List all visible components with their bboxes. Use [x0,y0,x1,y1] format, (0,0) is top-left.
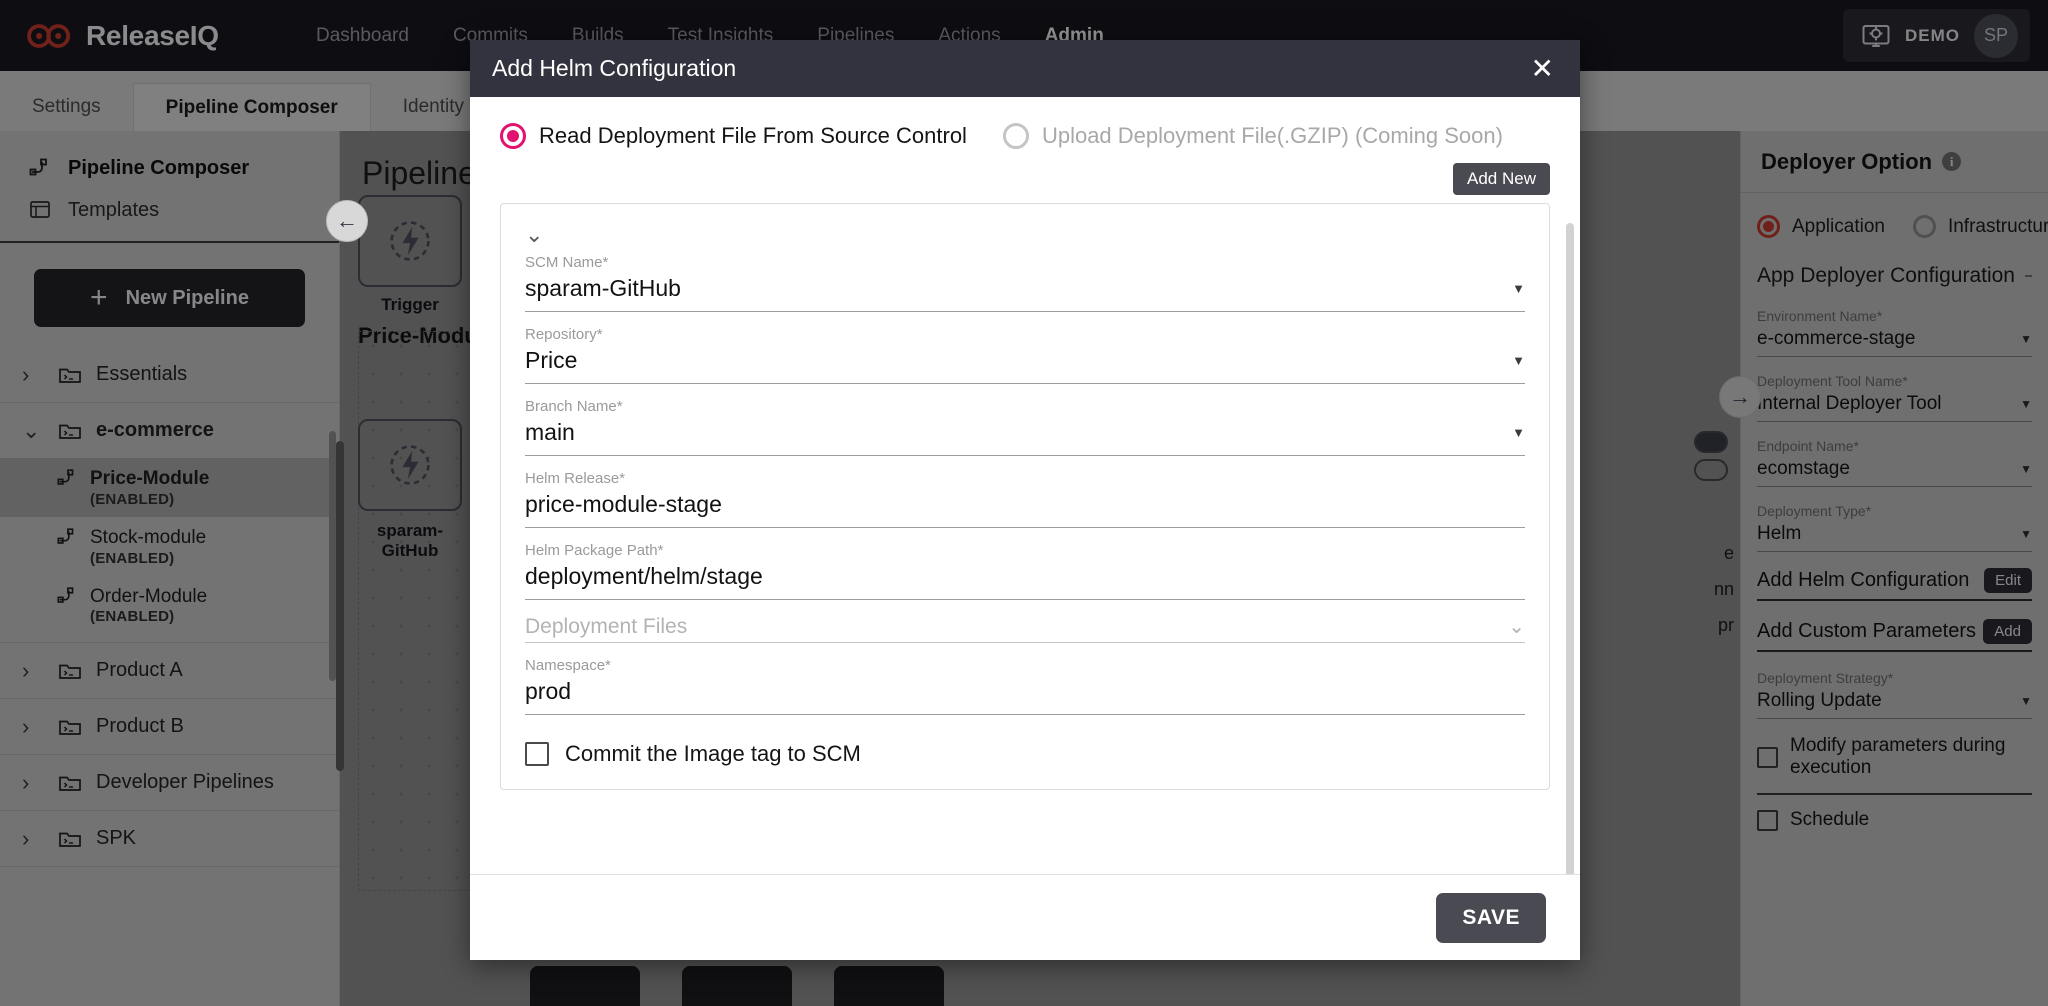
radio-button [1002,123,1029,149]
chevron-down-icon: ▼ [1512,281,1525,296]
field-namespace[interactable]: Namespace* prod [525,657,1525,715]
field-label: Deployment Files [525,614,688,638]
field-label: SCM Name* [525,254,609,271]
field-helm-package-path[interactable]: Helm Package Path* deployment/helm/stage [525,542,1525,600]
add-helm-configuration-modal: Add Helm Configuration ✕ Read Deployment… [470,40,1580,960]
radio-button[interactable] [500,123,526,149]
source-mode-radio-group: Read Deployment File From Source Control… [500,123,1550,149]
checkbox-label: Commit the Image tag to SCM [565,741,861,766]
chevron-down-icon[interactable]: ⌄ [525,222,1525,248]
branch-name-input[interactable]: main ▼ [525,419,1525,456]
field-helm-release[interactable]: Helm Release* price-module-stage [525,470,1525,528]
field-branch-name[interactable]: Branch Name* main ▼ [525,398,1525,456]
chevron-down-icon: ⌄ [1508,616,1525,638]
namespace-input[interactable]: prod [525,678,1525,715]
radio-label: Upload Deployment File(.GZIP) (Coming So… [1041,123,1503,148]
chevron-down-icon: ▼ [1512,353,1525,368]
field-label: Helm Release* [525,470,626,487]
field-value-text: main [525,419,575,445]
field-value-text: sparam-GitHub [525,275,681,301]
repository-input[interactable]: Price ▼ [525,347,1525,384]
add-new-row: Add New [500,163,1550,195]
helm-release-input[interactable]: price-module-stage [525,491,1525,528]
helm-package-path-input[interactable]: deployment/helm/stage [525,563,1525,600]
checkbox-commit-image-tag[interactable]: Commit the Image tag to SCM [525,741,1525,767]
checkbox-box[interactable] [525,742,549,766]
field-label: Namespace* [525,657,611,674]
radio-dot [507,130,519,142]
field-value-text: Price [525,347,578,373]
deployment-files-expander[interactable]: Deployment Files ⌄ [525,614,1525,643]
add-new-button[interactable]: Add New [1453,163,1550,195]
field-scm-name[interactable]: SCM Name* sparam-GitHub ▼ [525,254,1525,312]
helm-config-form: ⌄ SCM Name* sparam-GitHub ▼ Repository* … [500,203,1550,790]
field-value-text: price-module-stage [525,491,722,517]
close-icon[interactable]: ✕ [1531,54,1554,83]
radio-upload-deployment-file: Upload Deployment File(.GZIP) (Coming So… [1002,123,1503,149]
radio-read-from-source-control[interactable]: Read Deployment File From Source Control [500,123,967,149]
app-root: ReleaseIQ Dashboard Commits Builds Test … [0,0,2048,1006]
radio-label: Read Deployment File From Source Control [539,123,967,148]
field-deployment-files[interactable]: Deployment Files ⌄ [525,614,1525,643]
field-label: Helm Package Path* [525,542,664,559]
modal-header: Add Helm Configuration ✕ [470,40,1580,97]
modal-scrollbar[interactable] [1566,223,1574,874]
scm-name-input[interactable]: sparam-GitHub ▼ [525,275,1525,312]
chevron-down-icon: ▼ [1512,425,1525,440]
field-label: Repository* [525,326,603,343]
field-label: Branch Name* [525,398,623,415]
save-button[interactable]: SAVE [1436,892,1546,943]
collapse-sidebar-button[interactable]: ← [326,200,368,242]
modal-body: Read Deployment File From Source Control… [470,97,1580,874]
field-repository[interactable]: Repository* Price ▼ [525,326,1525,384]
modal-footer: SAVE [470,874,1580,960]
field-value-text: prod [525,678,572,704]
modal-title: Add Helm Configuration [492,55,737,81]
field-value-text: deployment/helm/stage [525,563,763,589]
